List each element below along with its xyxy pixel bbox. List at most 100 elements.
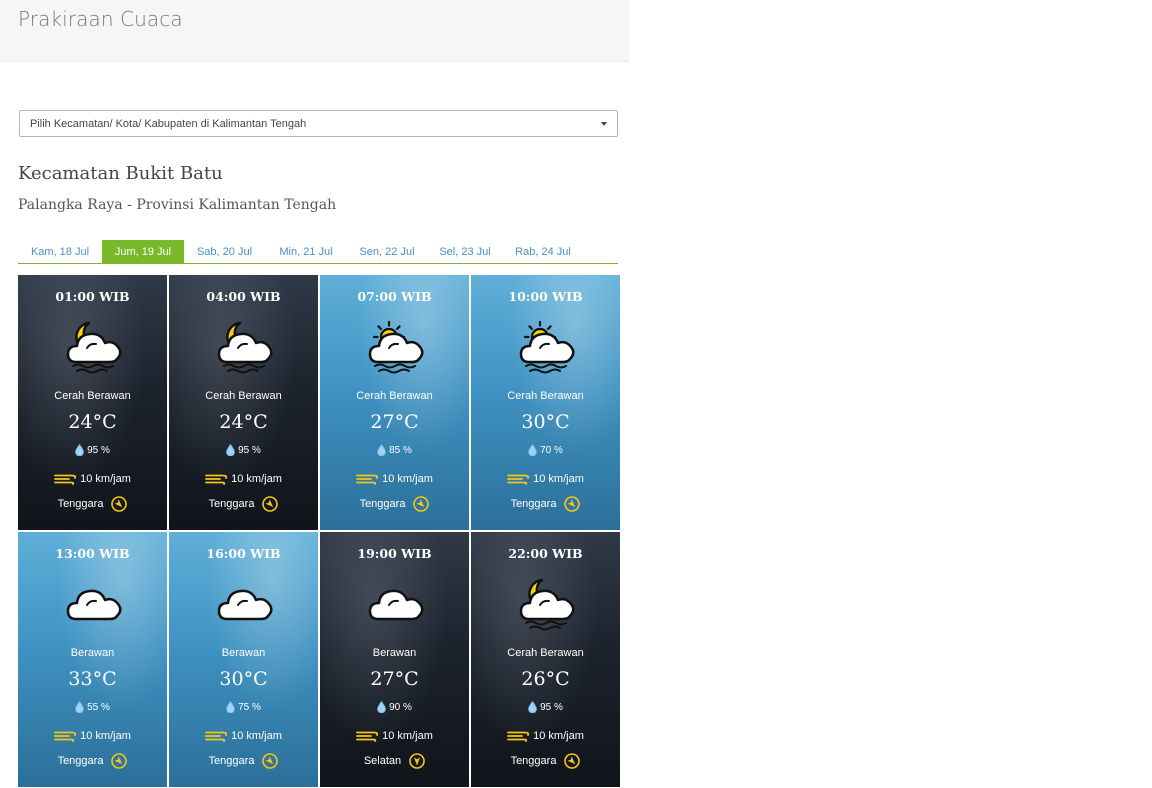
- forecast-time: 19:00 WIB: [357, 546, 432, 561]
- forecast-direction: Tenggara: [471, 496, 620, 512]
- humidity-value: 95 %: [238, 444, 261, 456]
- forecast-card: 04:00 WIB Cerah Berawan 24°C 95 % 10 km/…: [169, 275, 318, 530]
- wind-value: 10 km/jam: [382, 730, 433, 742]
- header-bar: Prakiraan Cuaca: [0, 0, 629, 62]
- forecast-time: 22:00 WIB: [508, 546, 583, 561]
- forecast-wind: 10 km/jam: [169, 473, 318, 485]
- water-drop-icon: [377, 444, 386, 456]
- water-drop-icon: [377, 701, 386, 713]
- wind-icon: [356, 730, 380, 742]
- forecast-temp: 33°C: [68, 668, 117, 690]
- arrow-south-icon: [409, 753, 425, 769]
- forecast-humidity: 55 %: [18, 701, 167, 713]
- wind-icon: [54, 730, 78, 742]
- forecast-direction: Tenggara: [18, 496, 167, 512]
- wind-value: 10 km/jam: [533, 473, 584, 485]
- forecast-card: 07:00 WIB Cerah Berawan 27°C 85 % 10 km/…: [320, 275, 469, 530]
- forecast-direction: Tenggara: [169, 753, 318, 769]
- page-title: Prakiraan Cuaca: [18, 7, 183, 31]
- forecast-humidity: 90 %: [320, 701, 469, 713]
- water-drop-icon: [528, 444, 537, 456]
- forecast-wind: 10 km/jam: [320, 473, 469, 485]
- arrow-southeast-icon: [413, 496, 430, 512]
- forecast-humidity: 75 %: [169, 701, 318, 713]
- kecamatan-select[interactable]: Pilih Kecamatan/ Kota/ Kabupaten di Kali…: [19, 110, 618, 137]
- wind-icon: [205, 473, 229, 485]
- forecast-card: 10:00 WIB Cerah Berawan 30°C 70 % 10 km/…: [471, 275, 620, 530]
- tab-day-3[interactable]: Min, 21 Jul: [265, 240, 347, 263]
- arrow-southeast-icon: [564, 753, 581, 769]
- water-drop-icon: [75, 444, 84, 456]
- wind-icon: [205, 730, 229, 742]
- forecast-desc: Cerah Berawan: [507, 390, 584, 402]
- forecast-card: 13:00 WIB Berawan 33°C 55 % 10 km/jam Te…: [18, 532, 167, 787]
- forecast-grid: 01:00 WIB Cerah Berawan 24°C 95 % 10 km/…: [18, 275, 620, 788]
- forecast-card: 16:00 WIB Berawan 30°C 75 % 10 km/jam Te…: [169, 532, 318, 787]
- forecast-card: 19:00 WIB Berawan 27°C 90 % 10 km/jam Se…: [320, 532, 469, 787]
- wind-value: 10 km/jam: [231, 730, 282, 742]
- arrow-southeast-icon: [262, 753, 279, 769]
- select-value: Pilih Kecamatan/ Kota/ Kabupaten di Kali…: [30, 117, 307, 130]
- forecast-humidity: 95 %: [18, 444, 167, 456]
- forecast-wind: 10 km/jam: [471, 473, 620, 485]
- arrow-southeast-icon: [111, 753, 128, 769]
- tab-day-5[interactable]: Sel, 23 Jul: [427, 240, 503, 263]
- forecast-card: 22:00 WIB Cerah Berawan 26°C 95 % 10 km/…: [471, 532, 620, 787]
- tab-day-4[interactable]: Sen, 22 Jul: [347, 240, 427, 263]
- water-drop-icon: [528, 701, 537, 713]
- forecast-wind: 10 km/jam: [169, 730, 318, 742]
- water-drop-icon: [75, 701, 84, 713]
- forecast-temp: 24°C: [219, 411, 268, 433]
- wind-value: 10 km/jam: [80, 730, 131, 742]
- forecast-desc: Cerah Berawan: [356, 390, 433, 402]
- humidity-value: 55 %: [87, 701, 110, 713]
- forecast-time: 07:00 WIB: [357, 289, 432, 304]
- forecast-wind: 10 km/jam: [18, 473, 167, 485]
- forecast-desc: Berawan: [372, 647, 417, 659]
- wind-icon: [507, 730, 531, 742]
- arrow-southeast-icon: [564, 496, 581, 512]
- forecast-temp: 27°C: [370, 411, 419, 433]
- tab-day-0[interactable]: Kam, 18 Jul: [18, 240, 102, 263]
- forecast-humidity: 95 %: [169, 444, 318, 456]
- direction-value: Tenggara: [57, 498, 104, 510]
- tab-day-2[interactable]: Sab, 20 Jul: [184, 240, 265, 263]
- tab-day-1[interactable]: Jum, 19 Jul: [102, 240, 184, 263]
- sun-cloud-icon: [516, 317, 576, 374]
- forecast-humidity: 95 %: [471, 701, 620, 713]
- forecast-humidity: 85 %: [320, 444, 469, 456]
- forecast-desc: Berawan: [221, 647, 266, 659]
- wind-icon: [356, 473, 380, 485]
- location-subtitle: Palangka Raya - Provinsi Kalimantan Teng…: [18, 197, 337, 213]
- forecast-time: 01:00 WIB: [55, 289, 130, 304]
- humidity-value: 85 %: [389, 444, 412, 456]
- location-title: Kecamatan Bukit Batu: [18, 163, 223, 184]
- forecast-desc: Cerah Berawan: [205, 390, 282, 402]
- direction-value: Tenggara: [510, 755, 557, 767]
- wind-value: 10 km/jam: [533, 730, 584, 742]
- forecast-temp: 30°C: [219, 668, 268, 690]
- forecast-time: 10:00 WIB: [508, 289, 583, 304]
- tab-day-6[interactable]: Rab, 24 Jul: [503, 240, 583, 263]
- wind-value: 10 km/jam: [231, 473, 282, 485]
- direction-value: Tenggara: [359, 498, 406, 510]
- forecast-direction: Selatan: [320, 753, 469, 769]
- forecast-temp: 30°C: [521, 411, 570, 433]
- direction-value: Tenggara: [510, 498, 557, 510]
- forecast-desc: Cerah Berawan: [507, 647, 584, 659]
- forecast-wind: 10 km/jam: [18, 730, 167, 742]
- cloud-icon: [365, 574, 425, 630]
- direction-value: Tenggara: [57, 755, 104, 767]
- day-tabs: Kam, 18 Jul Jum, 19 Jul Sab, 20 Jul Min,…: [18, 240, 618, 264]
- forecast-wind: 10 km/jam: [471, 730, 620, 742]
- arrow-southeast-icon: [262, 496, 279, 512]
- wind-value: 10 km/jam: [382, 473, 433, 485]
- direction-value: Selatan: [363, 755, 402, 767]
- forecast-card: 01:00 WIB Cerah Berawan 24°C 95 % 10 km/…: [18, 275, 167, 530]
- humidity-value: 70 %: [540, 444, 563, 456]
- moon-cloud-icon: [214, 317, 274, 374]
- forecast-time: 16:00 WIB: [206, 546, 281, 561]
- humidity-value: 75 %: [238, 701, 261, 713]
- humidity-value: 90 %: [389, 701, 412, 713]
- arrow-southeast-icon: [111, 496, 128, 512]
